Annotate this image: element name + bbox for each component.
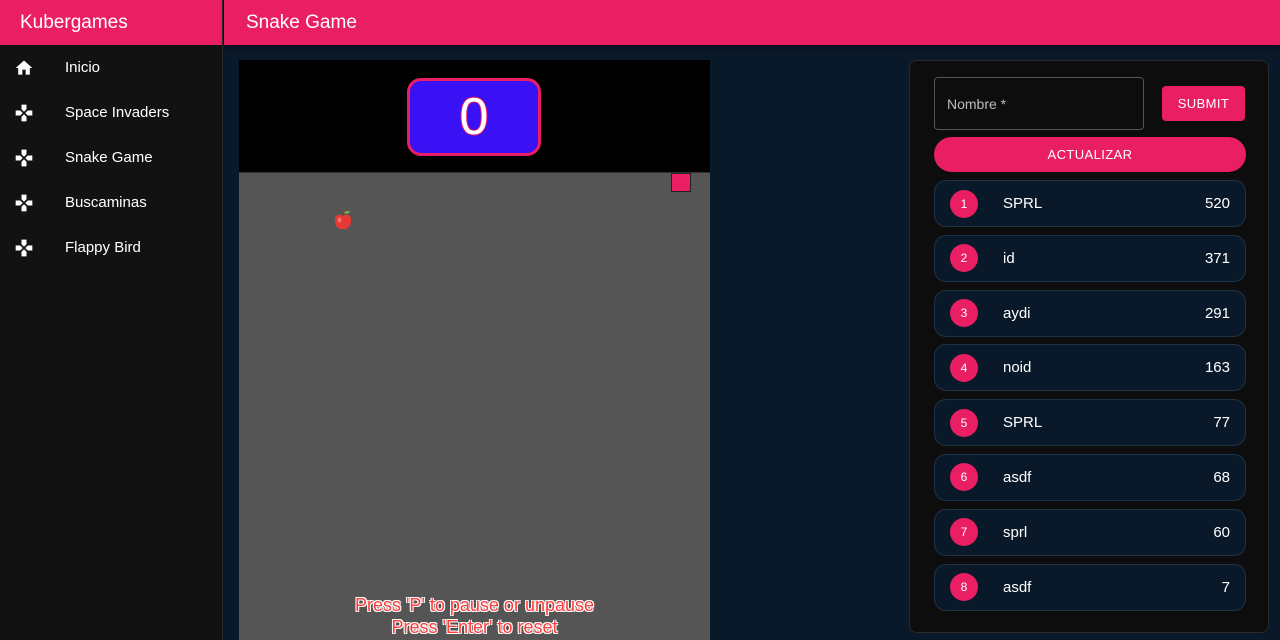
player-score: 291 [1204, 304, 1230, 322]
home-icon [14, 58, 34, 78]
pause-instruction: Press 'P' to pause or unpause [354, 595, 595, 615]
score-value: 0 [459, 87, 490, 147]
app-bar: Snake Game [224, 0, 1280, 45]
sidebar-item-snake-game[interactable]: Snake Game [0, 135, 222, 180]
sidebar-item-flappy-bird[interactable]: Flappy Bird [0, 225, 222, 270]
sidebar-item-space-invaders[interactable]: Space Invaders [0, 90, 222, 135]
list-item: 7 sprl 60 [934, 508, 1246, 556]
list-item: 6 asdf 68 [934, 453, 1246, 501]
player-score: 163 [1204, 359, 1230, 377]
gamepad-icon [14, 193, 34, 213]
list-item: 2 id 371 [934, 234, 1246, 282]
sidebar-item-label: Snake Game [65, 149, 153, 166]
refresh-button[interactable]: ACTUALIZAR [934, 137, 1246, 172]
sidebar-item-buscaminas[interactable]: Buscaminas [0, 180, 222, 225]
sidebar-nav: Inicio Space Invaders Snake Game Buscami… [0, 45, 222, 270]
rank-badge: 1 [950, 189, 978, 218]
reset-instruction: Press 'Enter' to reset [391, 617, 558, 637]
rank-badge: 5 [950, 408, 978, 437]
brand-title[interactable]: Kubergames [0, 0, 222, 45]
player-name: id [1003, 249, 1015, 267]
score-list: 1 SPRL 520 2 id 371 3 aydi 291 4 noid 16… [934, 180, 1246, 618]
leaderboard-panel: SUBMIT ACTUALIZAR 1 SPRL 520 2 id 371 3 … [909, 60, 1269, 633]
game-instructions: Press 'P' to pause or unpause Press 'Ent… [239, 594, 710, 638]
name-input[interactable] [934, 77, 1144, 130]
player-name: asdf [1003, 578, 1032, 596]
gamepad-icon [14, 103, 34, 123]
player-score: 371 [1204, 249, 1230, 267]
game-board[interactable]: 0 Press 'P' to pause or unpause Press 'E… [239, 60, 710, 640]
rank-badge: 2 [950, 244, 978, 273]
score-bar: 0 [239, 60, 710, 173]
submit-button[interactable]: SUBMIT [1162, 86, 1245, 121]
rank-badge: 6 [950, 463, 978, 492]
player-name: sprl [1003, 523, 1028, 541]
list-item: 5 SPRL 77 [934, 399, 1246, 447]
rank-badge: 8 [950, 573, 978, 602]
page-title: Snake Game [246, 11, 357, 33]
rank-badge: 3 [950, 299, 978, 328]
snake-segment [671, 173, 691, 192]
player-name: SPRL [1003, 195, 1043, 212]
player-name: noid [1003, 359, 1032, 377]
sidebar-item-label: Inicio [65, 59, 101, 76]
list-item: 8 asdf 7 [934, 563, 1246, 611]
player-name: SPRL [1003, 414, 1043, 432]
sidebar-item-label: Flappy Bird [65, 239, 141, 256]
sidebar-item-label: Space Invaders [65, 104, 170, 121]
player-score: 68 [1213, 468, 1230, 486]
score-display: 0 [407, 78, 541, 156]
player-score: 60 [1213, 523, 1230, 541]
list-item: 3 aydi 291 [934, 289, 1246, 337]
sidebar-item-label: Buscaminas [65, 194, 147, 211]
rank-badge: 7 [950, 518, 978, 547]
player-score: 7 [1221, 578, 1230, 596]
apple-icon [332, 210, 354, 232]
list-item: 4 noid 163 [934, 344, 1246, 392]
gamepad-icon [14, 148, 34, 168]
sidebar: Kubergames Inicio Space Invaders Snake G… [0, 0, 223, 640]
rank-badge: 4 [950, 353, 978, 382]
list-item: 1 SPRL 520 [934, 180, 1246, 227]
sidebar-item-inicio[interactable]: Inicio [0, 45, 222, 90]
player-name: asdf [1003, 468, 1032, 486]
player-score: 77 [1213, 414, 1230, 432]
player-name: aydi [1003, 304, 1031, 322]
player-score: 520 [1204, 195, 1230, 212]
gamepad-icon [14, 238, 34, 258]
